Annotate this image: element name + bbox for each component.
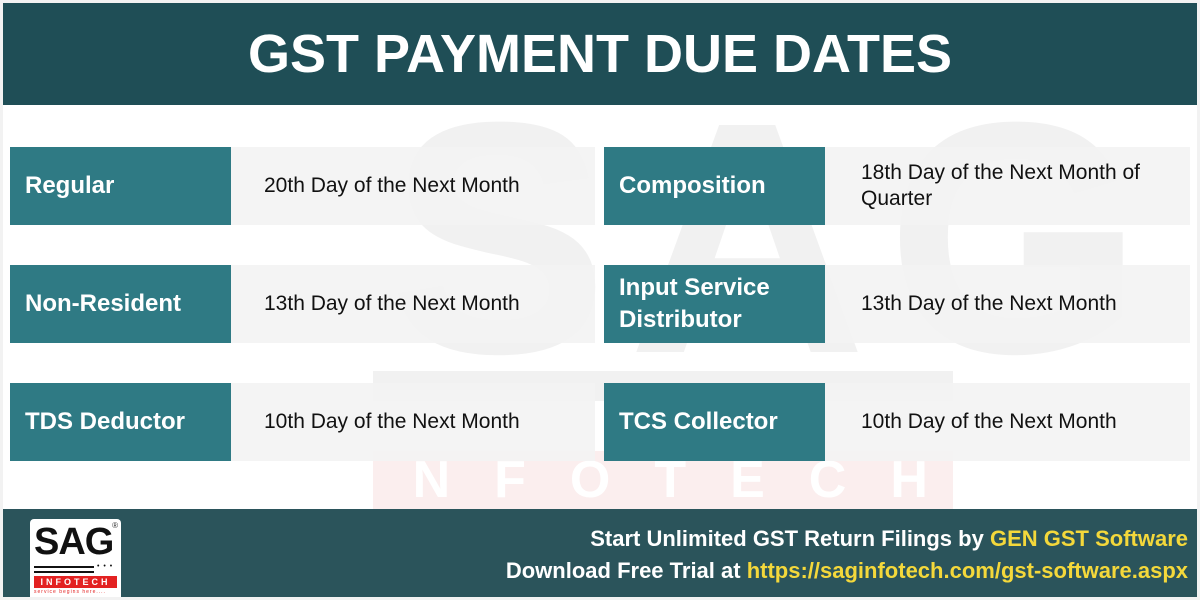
taxpayer-type-label: Composition <box>604 147 825 225</box>
due-date-value: 10th Day of the Next Month <box>231 383 595 461</box>
promo-line-1: Start Unlimited GST Return Filings by GE… <box>506 523 1188 555</box>
taxpayer-type-label: Regular <box>10 147 231 225</box>
taxpayer-type-label: TCS Collector <box>604 383 825 461</box>
registered-mark-icon: ® <box>112 521 118 530</box>
logo-sub: INFOTECH <box>34 576 117 588</box>
promo-line-1-text: Start Unlimited GST Return Filings by <box>590 526 990 551</box>
due-date-row: TCS Collector 10th Day of the Next Month <box>604 383 1190 461</box>
taxpayer-type-label: TDS Deductor <box>10 383 231 461</box>
software-name: GEN GST Software <box>989 526 1188 551</box>
infographic: GST PAYMENT DUE DATES SAG INFOTECH Regul… <box>3 3 1197 597</box>
promo-line-2-text: Download Free Trial at <box>505 558 747 583</box>
promo-text: Start Unlimited GST Return Filings by GE… <box>506 523 1188 587</box>
due-date-value: 20th Day of the Next Month <box>231 147 595 225</box>
due-date-value: 13th Day of the Next Month <box>825 265 1190 343</box>
due-date-row: Non-Resident 13th Day of the Next Month <box>10 265 595 343</box>
due-date-value: 13th Day of the Next Month <box>231 265 595 343</box>
due-date-row: Input Service Distributor 13th Day of th… <box>604 265 1190 343</box>
due-date-value: 10th Day of the Next Month <box>825 383 1190 461</box>
due-date-row: Regular 20th Day of the Next Month <box>10 147 595 225</box>
logo-tagline: service begins here.... <box>34 589 106 595</box>
due-date-row: Composition 18th Day of the Next Month o… <box>604 147 1190 225</box>
promo-line-2: Download Free Trial at https://saginfote… <box>506 555 1188 587</box>
logo-dots-icon: • • • <box>97 563 114 570</box>
sag-infotech-logo: SAG ® • • • INFOTECH service begins here… <box>30 519 121 597</box>
taxpayer-type-label: Input Service Distributor <box>604 265 825 343</box>
taxpayer-type-label: Non-Resident <box>10 265 231 343</box>
download-link[interactable]: https://saginfotech.com/gst-software.asp… <box>747 558 1188 583</box>
due-date-row: TDS Deductor 10th Day of the Next Month <box>10 383 595 461</box>
logo-lines <box>34 566 94 573</box>
due-date-value: 18th Day of the Next Month of Quarter <box>825 147 1190 225</box>
watermark-brand: SAG <box>388 53 1164 422</box>
logo-brand: SAG <box>34 521 114 563</box>
footer-banner: SAG ® • • • INFOTECH service begins here… <box>3 509 1197 597</box>
